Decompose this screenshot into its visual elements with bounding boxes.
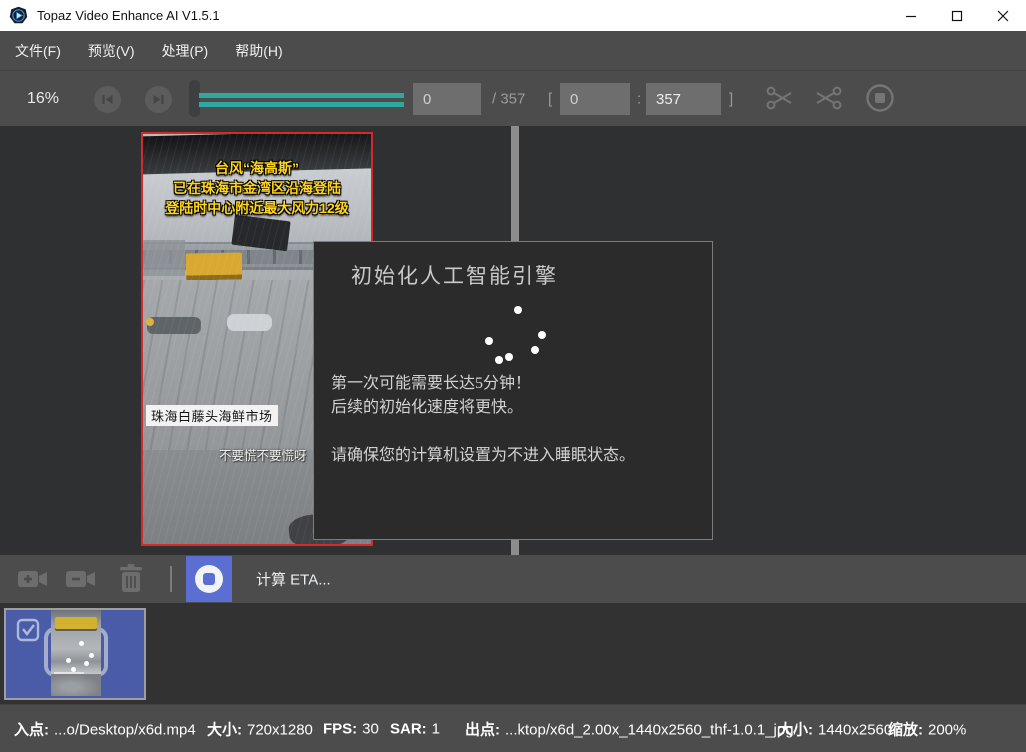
- trim-end-input[interactable]: [646, 83, 721, 115]
- menu-preview[interactable]: 预览(V): [76, 31, 147, 71]
- checkbox-checked-icon: [16, 618, 40, 642]
- playback-toolbar: 16% / 357 [ : ]: [0, 71, 1026, 126]
- minimize-icon: [905, 10, 917, 22]
- stop-circle-icon: [865, 83, 895, 113]
- stop-processing-button[interactable]: [186, 556, 232, 602]
- trim-start-input[interactable]: [560, 83, 630, 115]
- remove-clip-button[interactable]: [64, 564, 98, 594]
- trim-bracket-open: [: [548, 90, 552, 107]
- statusbar: 入点:...o/Desktop/x6d.mp4 大小:720x1280 FPS:…: [0, 704, 1026, 752]
- skip-to-start-icon: [101, 93, 114, 106]
- scissors-right-icon: [813, 84, 845, 112]
- maximize-button[interactable]: [934, 0, 980, 31]
- app-logo-icon: [9, 6, 28, 25]
- status-input-path: 入点:...o/Desktop/x6d.mp4: [14, 718, 196, 739]
- thumb-news-text-smudge: [55, 617, 97, 629]
- timeline-track-bottom[interactable]: [199, 102, 404, 107]
- skip-to-start-button[interactable]: [94, 86, 121, 113]
- trim-start-cut-button[interactable]: [763, 84, 795, 112]
- scissors-left-icon: [763, 84, 795, 112]
- camera-plus-icon: [16, 564, 50, 594]
- delete-clip-button[interactable]: [118, 563, 144, 594]
- status-scale: 缩放:200%: [888, 718, 966, 739]
- clip-checkbox[interactable]: [16, 618, 40, 642]
- status-output-size: 大小:1440x2560: [778, 718, 892, 739]
- trim-bracket-close: ]: [729, 90, 733, 107]
- clip-thumbnail-selected[interactable]: [4, 608, 146, 700]
- dialog-line-2: 后续的初始化速度将更快。: [331, 396, 635, 420]
- menubar: 文件(F) 预览(V) 处理(P) 帮助(H): [0, 31, 1026, 71]
- close-button[interactable]: [980, 0, 1026, 31]
- clip-thumbnail-strip: [0, 603, 1026, 704]
- skip-to-end-button[interactable]: [145, 86, 172, 113]
- dialog-line-1: 第一次可能需要长达5分钟！: [331, 372, 635, 396]
- main-viewport: 台风“海高斯” 已在珠海市金湾区沿海登陆 登陆时中心附近最大风力12级 珠海白藤…: [0, 126, 1026, 555]
- dialog-body: 第一次可能需要长达5分钟！ 后续的初始化速度将更快。 请确保您的计算机设置为不进…: [331, 372, 635, 468]
- menu-help[interactable]: 帮助(H): [223, 31, 294, 71]
- trim-colon: :: [637, 90, 641, 107]
- status-sar: SAR:1: [390, 720, 440, 737]
- init-engine-dialog: 初始化人工智能引擎 第一次可能需要长达5分钟！ 后续的初始化速度将更快。 请确保…: [313, 241, 713, 540]
- thumb-lower-water: [51, 674, 101, 696]
- camera-minus-icon: [64, 564, 98, 594]
- trim-end-cut-button[interactable]: [813, 84, 845, 112]
- current-frame-input[interactable]: [413, 83, 481, 115]
- stop-processing-icon: [195, 565, 223, 593]
- status-fps: FPS:30: [323, 720, 379, 737]
- trash-icon: [118, 563, 144, 594]
- maximize-icon: [951, 10, 963, 22]
- add-clip-button[interactable]: [16, 564, 50, 594]
- app-window: Topaz Video Enhance AI V1.5.1 文件(F) 预览(V…: [0, 0, 1026, 752]
- status-output-path: 出点:...ktop/x6d_2.00x_1440x2560_thf-1.0.1…: [465, 718, 798, 739]
- timeline-track-top[interactable]: [199, 93, 404, 98]
- status-input-size: 大小:720x1280: [207, 718, 313, 739]
- dialog-title: 初始化人工智能引擎: [351, 260, 558, 290]
- stop-preview-button[interactable]: [865, 83, 895, 113]
- close-icon: [997, 10, 1009, 22]
- total-frames-label: / 357: [492, 90, 525, 107]
- menu-file[interactable]: 文件(F): [3, 31, 73, 71]
- dialog-line-3: 请确保您的计算机设置为不进入睡眠状态。: [331, 444, 635, 468]
- timeline-slider-thumb[interactable]: [189, 80, 200, 117]
- skip-to-end-icon: [152, 93, 165, 106]
- window-title: Topaz Video Enhance AI V1.5.1: [37, 8, 220, 23]
- menu-process[interactable]: 处理(P): [150, 31, 221, 71]
- titlebar: Topaz Video Enhance AI V1.5.1: [0, 0, 1026, 31]
- zoom-level: 16%: [27, 90, 59, 108]
- actionbar-divider: [170, 566, 172, 592]
- minimize-button[interactable]: [888, 0, 934, 31]
- eta-status-label: 计算 ETA...: [256, 569, 331, 590]
- processing-actionbar: 计算 ETA...: [0, 555, 1026, 603]
- clip-thumbnail-image: [51, 610, 101, 696]
